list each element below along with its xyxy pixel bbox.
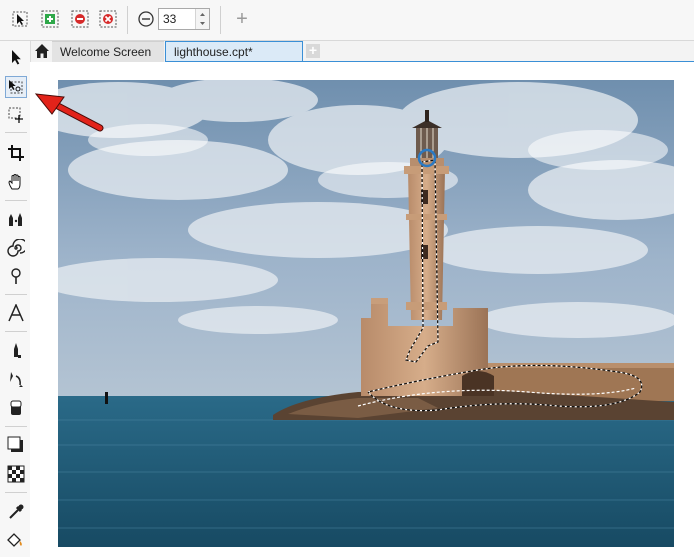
feather-value: 33 <box>163 12 177 26</box>
lighthouse-image <box>58 80 674 547</box>
fill-tool[interactable] <box>5 529 27 551</box>
tab-welcome-screen[interactable]: Welcome Screen <box>52 41 164 62</box>
toolbox-separator <box>5 294 27 295</box>
feather-button[interactable] <box>136 9 156 29</box>
plus-mask-icon <box>41 10 59 28</box>
stepper-arrows[interactable] <box>195 9 209 29</box>
effect-tool-icon <box>9 213 22 226</box>
transparency-tool-icon <box>7 465 25 483</box>
property-bar: 33 + <box>0 0 694 41</box>
pointer-icon <box>12 11 28 27</box>
pick-tool-icon <box>12 50 21 65</box>
minus-mask-icon <box>71 10 89 28</box>
annotation-arrow-icon <box>34 93 104 132</box>
toolbox <box>0 41 31 557</box>
tab-label: Welcome Screen <box>60 45 152 59</box>
home-button[interactable] <box>34 43 50 59</box>
rectangle-mask-tool[interactable] <box>5 104 27 126</box>
mask-transform-tool[interactable] <box>5 76 27 98</box>
toolbox-separator <box>5 132 27 133</box>
fill-tool-icon <box>7 533 22 547</box>
toolbox-separator <box>5 426 27 427</box>
add-button[interactable]: + <box>232 8 252 30</box>
new-tab-button[interactable]: + <box>306 43 320 58</box>
shadow-tool[interactable] <box>5 434 27 456</box>
pan-tool[interactable] <box>5 171 27 193</box>
eyedropper-tool-icon <box>9 504 24 519</box>
text-tool[interactable] <box>5 302 27 324</box>
add-mask-button[interactable] <box>40 9 60 29</box>
mask-transform-tool-icon <box>9 80 23 94</box>
toolbar-separator <box>127 6 128 34</box>
text-tool-icon <box>8 304 24 322</box>
home-icon <box>35 44 49 58</box>
liquid-tool[interactable] <box>5 265 27 287</box>
clone-tool-icon <box>10 372 23 387</box>
eyedropper-tool[interactable] <box>5 501 27 523</box>
liquid-tool-icon <box>11 268 21 284</box>
clone-tool[interactable] <box>5 368 27 390</box>
remove-mask-button[interactable] <box>98 9 118 29</box>
pan-tool-icon <box>8 174 21 190</box>
tab-lighthouse[interactable]: lighthouse.cpt* <box>165 41 303 62</box>
paint-tool-icon <box>14 343 21 358</box>
toolbox-separator <box>5 492 27 493</box>
crop-tool[interactable] <box>5 142 27 164</box>
transparency-tool[interactable] <box>5 463 27 485</box>
remove-mask-icon <box>99 10 117 28</box>
effect-tool[interactable] <box>5 208 27 230</box>
toolbar-separator <box>220 6 221 34</box>
crop-tool-icon <box>8 145 24 161</box>
document-tabs: Welcome Screen lighthouse.cpt* + <box>30 41 694 62</box>
minus-circle-icon <box>138 11 154 27</box>
liquid-swirl-tool-icon <box>7 239 25 257</box>
eraser-tool[interactable] <box>5 397 27 419</box>
selection-tool-button[interactable] <box>10 9 30 29</box>
toolbox-separator <box>5 331 27 332</box>
paint-tool[interactable] <box>5 340 27 362</box>
up-down-arrows-icon <box>200 13 205 25</box>
shadow-tool-icon <box>7 436 23 452</box>
tab-label: lighthouse.cpt* <box>174 45 253 59</box>
subtract-mask-button[interactable] <box>70 9 90 29</box>
lighthouse-photo[interactable] <box>58 80 674 547</box>
eraser-tool-icon <box>10 400 22 415</box>
pick-tool[interactable] <box>5 46 27 68</box>
toolbox-separator <box>5 200 27 201</box>
feather-value-stepper[interactable]: 33 <box>158 8 210 30</box>
liquid-swirl-tool[interactable] <box>5 237 27 259</box>
rectangle-mask-tool-icon <box>8 107 23 123</box>
